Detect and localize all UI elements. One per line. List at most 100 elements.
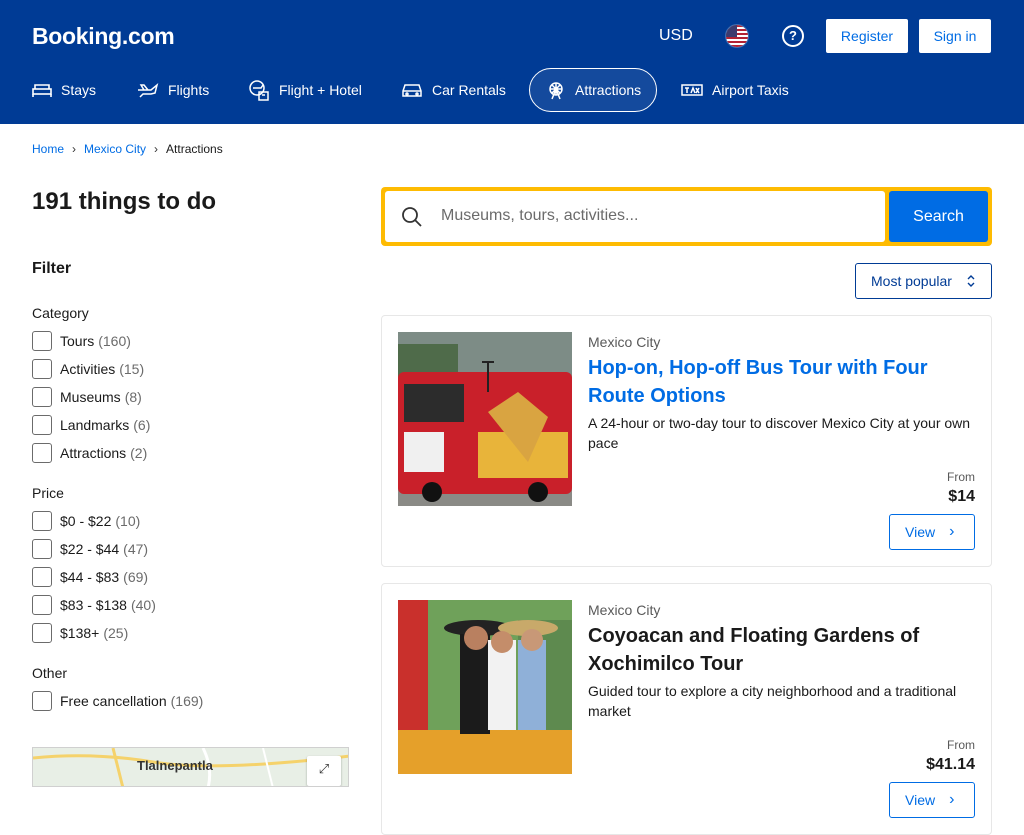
result-card[interactable]: Mexico City Coyoacan and Floating Garden… <box>381 583 992 835</box>
breadcrumb-current: Attractions <box>166 142 223 156</box>
car-icon <box>402 84 422 97</box>
chevron-right-icon: › <box>72 142 77 156</box>
checkbox[interactable] <box>32 595 52 615</box>
filter-group-title: Category <box>32 305 89 321</box>
nav-car-rentals[interactable]: Car Rentals <box>401 68 521 112</box>
result-image-xochimilco[interactable] <box>398 600 572 774</box>
filter-option[interactable]: Attractions (2) <box>32 439 150 467</box>
checkbox[interactable] <box>32 331 52 351</box>
currency-selector[interactable]: USD <box>659 27 693 45</box>
checkbox[interactable] <box>32 511 52 531</box>
main-nav: Stays Flights Flight + Hotel Car Rentals… <box>0 68 1024 112</box>
top-header: Booking.com USD ? Register Sign in Stays… <box>0 0 1024 124</box>
filter-label: Landmarks <box>60 417 130 433</box>
checkbox[interactable] <box>32 359 52 379</box>
filter-label: Activities <box>60 361 116 377</box>
filter-label: $83 - $138 <box>60 597 127 613</box>
nav-label: Car Rentals <box>432 82 506 98</box>
search-button[interactable]: Search <box>889 191 988 242</box>
view-button[interactable]: View › <box>889 514 975 550</box>
filter-group-title: Other <box>32 665 68 681</box>
checkbox[interactable] <box>32 539 52 559</box>
flight-hotel-icon <box>249 80 269 101</box>
nav-airport-taxis[interactable]: Airport Taxis <box>681 68 793 112</box>
nav-attractions[interactable]: Attractions <box>529 68 657 112</box>
filter-group-title: Price <box>32 485 64 501</box>
page-title: 191 things to do <box>32 188 217 215</box>
filter-option[interactable]: $44 - $83 (69) <box>32 563 156 591</box>
breadcrumb-home[interactable]: Home <box>32 142 64 156</box>
booking-logo[interactable]: Booking.com <box>32 23 175 50</box>
nav-stays[interactable]: Stays <box>32 68 112 112</box>
filter-option[interactable]: $0 - $22 (10) <box>32 507 156 535</box>
bed-icon <box>32 84 52 97</box>
nav-label: Flight + Hotel <box>279 82 362 98</box>
expand-icon[interactable]: ⤢ <box>307 756 341 786</box>
result-price: $41.14 <box>926 756 975 773</box>
filter-count: (2) <box>130 445 148 461</box>
search-placeholder: Museums, tours, activities... <box>441 207 639 224</box>
search-bar: Museums, tours, activities... Search <box>381 187 992 246</box>
view-label: View <box>905 524 936 540</box>
filter-option[interactable]: $22 - $44 (47) <box>32 535 156 563</box>
filter-label: $138+ <box>60 625 100 641</box>
filter-group-other: Other Free cancellation (169) <box>32 665 203 715</box>
nav-label: Airport Taxis <box>712 82 789 98</box>
us-flag-icon[interactable] <box>725 24 749 48</box>
filter-count: (8) <box>124 389 142 405</box>
signin-button[interactable]: Sign in <box>918 18 992 54</box>
view-button[interactable]: View › <box>889 782 975 818</box>
chevron-right-icon: › <box>949 791 955 808</box>
filter-option[interactable]: Museums (8) <box>32 383 150 411</box>
filter-label: Free cancellation <box>60 693 167 709</box>
checkbox[interactable] <box>32 691 52 711</box>
price-from-label: From <box>947 470 975 484</box>
filter-option[interactable]: Activities (15) <box>32 355 150 383</box>
filter-label: $0 - $22 <box>60 513 112 529</box>
filter-group-category: Category Tours (160) Activities (15) Museu… <box>32 305 150 467</box>
filter-label: $44 - $83 <box>60 569 120 585</box>
checkbox[interactable] <box>32 623 52 643</box>
checkbox[interactable] <box>32 387 52 407</box>
filter-count: (160) <box>98 333 131 349</box>
nav-label: Attractions <box>575 82 642 98</box>
checkbox[interactable] <box>32 567 52 587</box>
breadcrumb-mexico-city[interactable]: Mexico City <box>84 142 146 156</box>
checkbox[interactable] <box>32 443 52 463</box>
result-location: Mexico City <box>588 334 661 350</box>
sort-label: Most popular <box>871 273 952 289</box>
filter-label: $22 - $44 <box>60 541 120 557</box>
chevron-right-icon: › <box>154 142 159 156</box>
map-preview[interactable]: Tlalnepantla ⤢ <box>32 747 349 787</box>
taxi-icon <box>681 84 703 96</box>
filter-count: (25) <box>103 625 129 641</box>
chevron-right-icon: › <box>949 523 955 540</box>
sort-dropdown[interactable]: Most popular <box>855 263 992 299</box>
question-circle-icon[interactable]: ? <box>782 25 804 47</box>
result-description: Guided tour to explore a city neighborho… <box>588 683 957 719</box>
filter-count: (10) <box>115 513 141 529</box>
result-title[interactable]: Hop-on, Hop-off Bus Tour with Four Route… <box>588 354 978 410</box>
nav-flight-hotel[interactable]: Flight + Hotel <box>248 68 378 112</box>
filter-label: Tours <box>60 333 95 349</box>
checkbox[interactable] <box>32 415 52 435</box>
filter-label: Museums <box>60 389 121 405</box>
map-place-label: Tlalnepantla <box>137 758 213 773</box>
result-description: A 24-hour or two-day tour to discover Me… <box>588 415 971 451</box>
result-price: $14 <box>948 488 975 505</box>
result-image-bus[interactable] <box>398 332 572 506</box>
sort-arrows-icon <box>967 275 975 287</box>
filter-option[interactable]: Landmarks (6) <box>32 411 150 439</box>
result-card[interactable]: Mexico City Hop-on, Hop-off Bus Tour wit… <box>381 315 992 567</box>
result-title[interactable]: Coyoacan and Floating Gardens of Xochimi… <box>588 622 978 678</box>
register-button[interactable]: Register <box>825 18 909 54</box>
filter-option[interactable]: $138+ (25) <box>32 619 156 647</box>
breadcrumb: Home › Mexico City › Attractions <box>32 142 223 156</box>
filter-option[interactable]: Tours (160) <box>32 327 150 355</box>
nav-flights[interactable]: Flights <box>137 68 227 112</box>
filter-option[interactable]: $83 - $138 (40) <box>32 591 156 619</box>
filter-option[interactable]: Free cancellation (169) <box>32 687 203 715</box>
airplane-icon <box>138 82 159 98</box>
view-label: View <box>905 792 936 808</box>
search-input[interactable]: Museums, tours, activities... <box>385 191 885 242</box>
